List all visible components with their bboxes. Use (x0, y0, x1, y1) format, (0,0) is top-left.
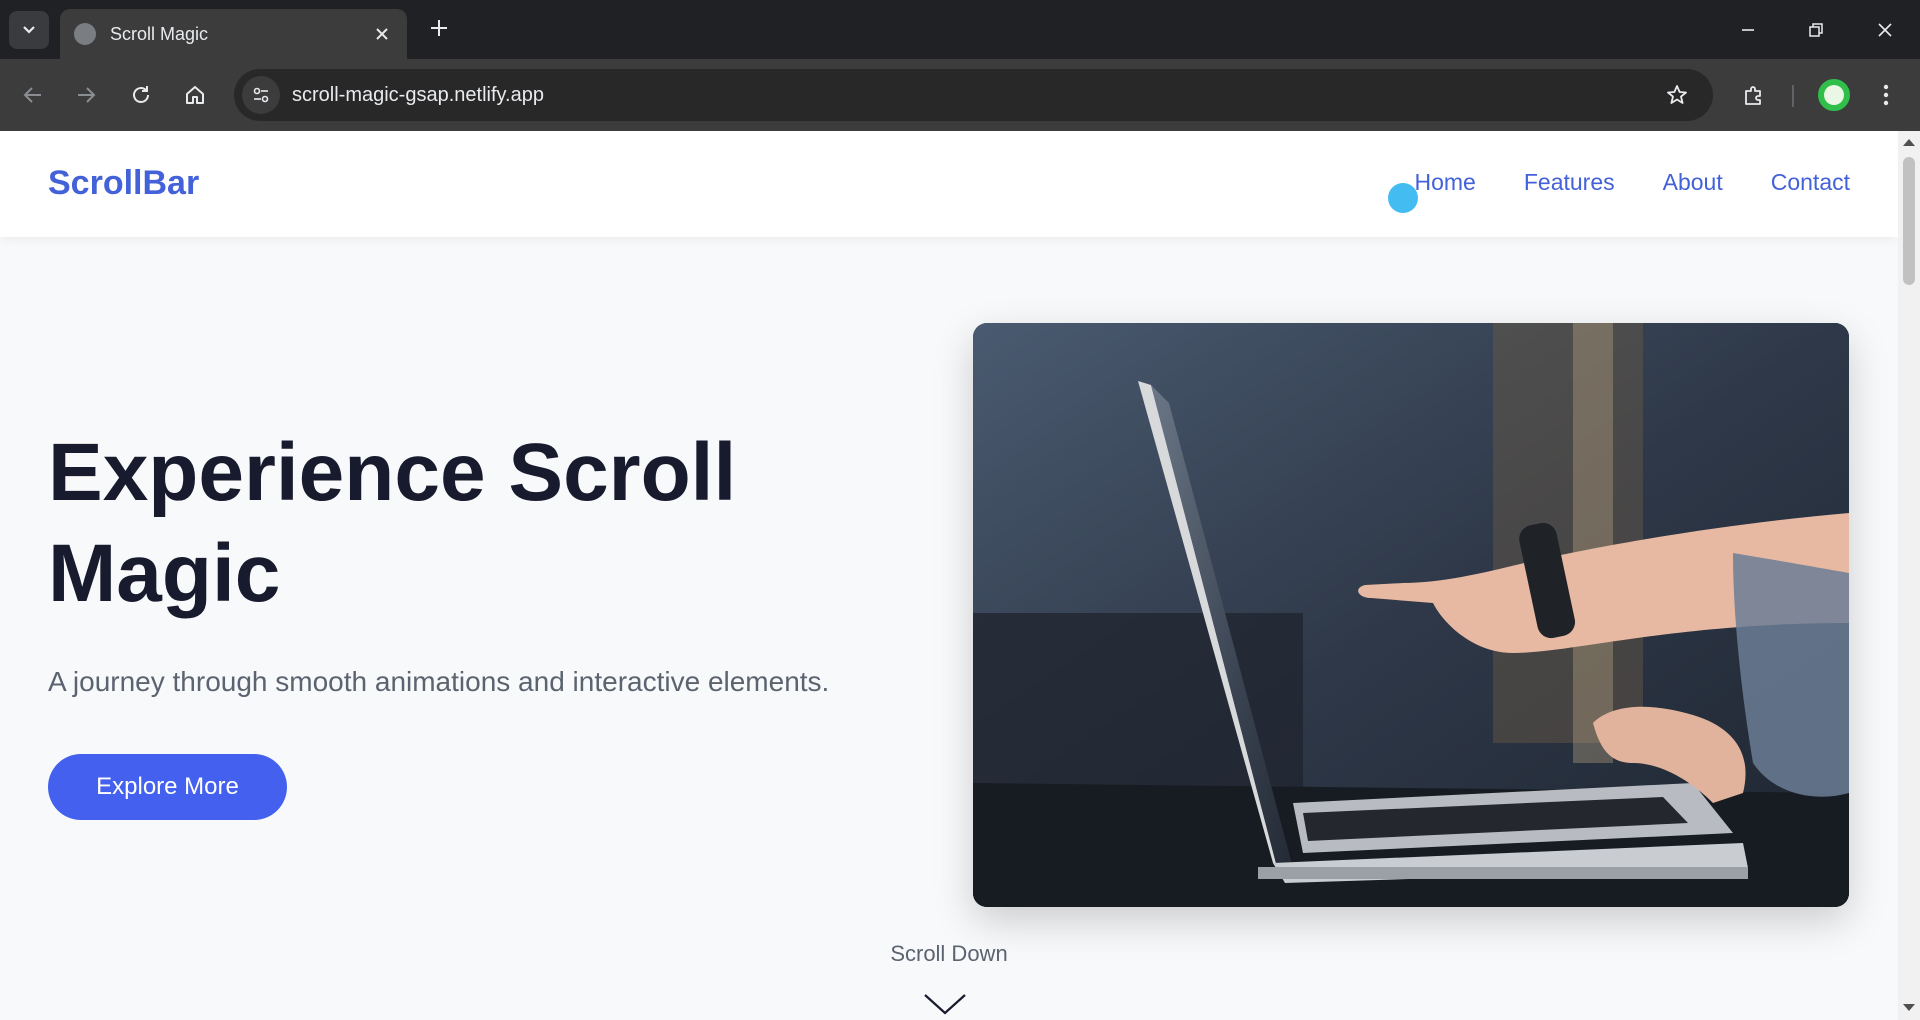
chevron-down-icon (23, 26, 35, 34)
back-button[interactable] (13, 75, 53, 115)
restore-icon (1809, 23, 1823, 37)
site-header: ScrollBar Home Features About Contact (0, 131, 1898, 237)
chevron-down-icon[interactable] (923, 991, 967, 1017)
close-icon (376, 28, 388, 40)
puzzle-icon (1745, 86, 1761, 105)
site-info-button[interactable] (242, 76, 280, 114)
restore-button[interactable] (1796, 12, 1836, 48)
tab-title: Scroll Magic (110, 23, 209, 44)
scroll-down-arrow[interactable] (1903, 1004, 1915, 1011)
nav-link-features[interactable]: Features (1524, 169, 1615, 196)
address-bar[interactable]: scroll-magic-gsap.netlify.app (234, 69, 1713, 121)
plus-icon (431, 20, 447, 36)
tune-icon (253, 87, 269, 103)
browser-menu-button[interactable] (1866, 75, 1906, 115)
custom-cursor (1388, 183, 1418, 213)
browser-tab-bar: Scroll Magic (0, 0, 1920, 59)
bookmark-button[interactable] (1657, 75, 1697, 115)
page-viewport: ScrollBar Home Features About Contact Ex… (0, 131, 1898, 1020)
home-icon (186, 86, 204, 104)
hero-image (973, 323, 1849, 907)
hero-title: Experience Scroll Magic (48, 422, 948, 624)
nav-link-home[interactable]: Home (1415, 169, 1476, 196)
scroll-down-label: Scroll Down (890, 941, 1008, 966)
arrow-left-icon (23, 87, 41, 103)
browser-toolbar: scroll-magic-gsap.netlify.app (0, 59, 1920, 131)
profile-avatar[interactable] (1818, 79, 1850, 111)
site-logo[interactable]: ScrollBar (48, 164, 199, 203)
star-icon (1667, 85, 1687, 104)
close-window-button[interactable] (1865, 12, 1905, 48)
hero-title-line-1: Experience Scroll (48, 427, 737, 518)
hero-subtitle: A journey through smooth animations and … (48, 666, 830, 697)
nav-link-contact[interactable]: Contact (1771, 169, 1850, 196)
laptop-illustration (973, 323, 1849, 907)
hero-title-line-2: Magic (48, 528, 281, 619)
reload-icon (133, 86, 149, 103)
scroll-up-arrow[interactable] (1903, 139, 1915, 146)
close-icon (1878, 23, 1892, 37)
new-tab-button[interactable] (424, 14, 454, 44)
globe-icon (74, 23, 96, 45)
main-nav: Home Features About Contact (1415, 169, 1851, 196)
browser-tab[interactable]: Scroll Magic (60, 9, 407, 59)
more-vertical-icon (1883, 84, 1889, 106)
reload-button[interactable] (121, 75, 161, 115)
tab-search-button[interactable] (9, 11, 49, 49)
url-text[interactable]: scroll-magic-gsap.netlify.app (292, 84, 1657, 107)
page-scrollbar[interactable] (1898, 131, 1920, 1020)
forward-button[interactable] (66, 75, 106, 115)
extensions-button[interactable] (1734, 75, 1774, 115)
arrow-right-icon (78, 87, 96, 103)
tab-close-button[interactable] (371, 23, 393, 45)
minimize-icon (1742, 29, 1754, 31)
nav-link-about[interactable]: About (1663, 169, 1723, 196)
scrollbar-thumb[interactable] (1903, 157, 1915, 285)
home-button[interactable] (175, 75, 215, 115)
toolbar-divider (1792, 85, 1794, 107)
minimize-button[interactable] (1728, 12, 1768, 48)
explore-more-button[interactable]: Explore More (48, 754, 287, 820)
